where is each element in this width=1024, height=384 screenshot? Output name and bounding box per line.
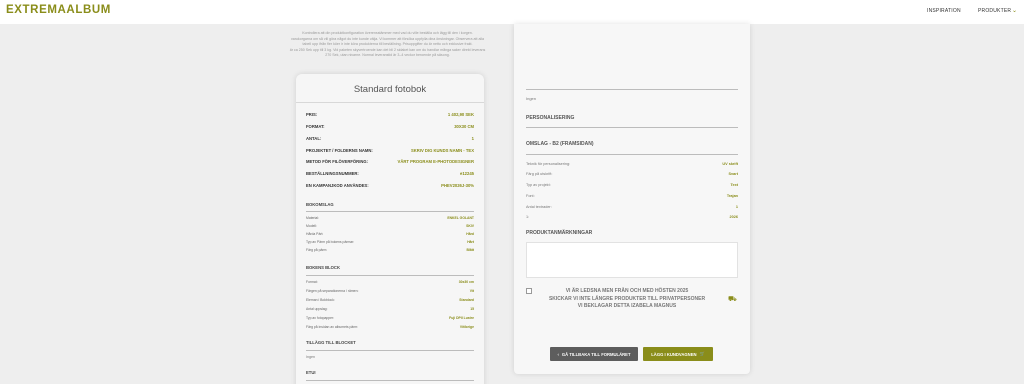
detail-value: Hårt (467, 240, 474, 244)
order-title: Standard fotobok (353, 84, 427, 95)
personalization-key: Font: (526, 194, 535, 198)
personalization-value: Text (730, 183, 738, 187)
back-to-form-button[interactable]: ‹ GÅ TILLBAKA TILL FORMULÄRET (550, 347, 638, 361)
detail-key: Hårda Pärt: (306, 232, 324, 236)
add-to-cart-button[interactable]: LÄGG I KUNDVAGNEN 🛒 (643, 347, 713, 361)
notes-title: PRODUKTANMÄRKNINGAR (526, 230, 593, 236)
summary-key: PRIS: (306, 112, 318, 117)
detail-value: Vit/beige (459, 325, 474, 329)
chevron-left-icon: ‹ (557, 351, 559, 357)
addons-value: Ingen (306, 355, 315, 359)
summary-value: 1 (471, 136, 474, 141)
detail-value: 30x30 cm (458, 280, 474, 284)
order-summary-panel: Standard fotobok PRIS: 1 402,90 SEK FORMA… (296, 74, 484, 384)
personalization-value: Svart (728, 172, 739, 176)
divider (526, 127, 738, 128)
personalization-value: UV skrift (722, 162, 738, 166)
summary-value: e12245 (460, 171, 474, 176)
summary-key: ANTAL: (306, 136, 322, 141)
site-header: EXTREMAALBUM INSPIRATION PRODUKTER ⌄ (0, 0, 1024, 24)
detail-value: SKIV (466, 224, 474, 228)
truck-icon: ⛟ (728, 296, 737, 303)
product-notes-textarea[interactable] (526, 242, 738, 278)
detail-key: Eleman i Bokblock: (306, 298, 335, 302)
summary-key: FORMAT: (306, 124, 325, 129)
detail-value: Standard (459, 298, 474, 302)
site-logo[interactable]: EXTREMAALBUM (6, 4, 111, 16)
divider (306, 350, 474, 351)
back-button-label: GÅ TILLBAKA TILL FORMULÄRET (561, 351, 631, 357)
detail-value: ENKEL GOLANT (447, 216, 474, 220)
personalization-value: Trajan (726, 194, 738, 198)
detail-value: Vit (469, 289, 474, 293)
personalization-key: Typ av projekt: (526, 183, 551, 187)
summary-key: BESTÄLLNINGSNUMMER: (306, 171, 359, 176)
detail-key: Färg på pärm: (306, 248, 328, 252)
nav-inspiration[interactable]: INSPIRATION (927, 8, 961, 14)
detail-key: Format: (306, 280, 318, 284)
personalization-key: Färg på utskrift: (526, 172, 553, 176)
notice-line: VI BEKLAGAR DETTA IZABELA MAGNUS (577, 303, 677, 310)
divider (306, 211, 474, 212)
detail-key: Typ av fotopapper: (306, 316, 335, 320)
divider (306, 380, 474, 381)
divider (526, 89, 738, 90)
summary-value: VÅRT PROGRAM E-PHOTODESIGNER (397, 159, 474, 164)
cart-icon: 🛒 (699, 351, 705, 356)
detail-key: Antal uppslag: (306, 307, 328, 311)
summary-value: 30X30 CM (454, 124, 474, 129)
cart-button-label: LÄGG I KUNDVAGNEN (651, 351, 697, 357)
personalization-key: 1: (526, 215, 530, 219)
detail-key: Typ av Pärm på bokens pärmar: (306, 240, 355, 244)
notice-line: VI ÄR LEDSNA MEN FRÅN OCH MED HÖSTEN 202… (565, 288, 689, 294)
summary-value: 1 402,90 SEK (447, 112, 474, 117)
section-title-omslag: OMSLAG - B2 (FRAMSIDAN) (526, 141, 594, 147)
summary-value: SKRIV DIG KUNDS NAMN - TEX (410, 148, 474, 153)
divider (526, 154, 738, 155)
previous-value: Ingen (526, 96, 537, 101)
summary-key: EN KAMPANJKOD ANVÄNDES: (306, 183, 369, 188)
detail-key: Material: (306, 216, 320, 220)
divider (296, 102, 484, 103)
nav-produkter[interactable]: PRODUKTER (978, 8, 1011, 14)
detail-key: Färgen på separationerna / rämen: (306, 289, 359, 293)
notice-line: SKICKAR VI INTE LÄNGRE PRODUKTER TILL PR… (548, 295, 706, 302)
summary-value: PHEV2026J-30% (441, 183, 474, 188)
detail-value: Fuji DPII Lustre (449, 316, 474, 320)
detail-value: 15 (470, 307, 474, 311)
product-details-panel: Ingen PERSONALISERING OMSLAG - B2 (FRAMS… (514, 24, 750, 374)
section-title-cover: BOKOMSLAG (306, 202, 334, 207)
intro-line: 270 Sek, utan nivarne. Normal leveransti… (325, 53, 450, 58)
personalization-key: Teknik för personalisering: (526, 162, 571, 166)
chevron-down-icon[interactable]: ⌄ (1012, 7, 1017, 14)
section-title-block: BOKENS BLOCK (306, 265, 340, 270)
detail-value: Hård (466, 232, 474, 236)
section-title-personalisering: PERSONALISERING (526, 115, 575, 121)
divider (306, 275, 474, 276)
personalization-value: 2026 (729, 215, 738, 219)
section-title-addons: TILLÄGG TILL BLOCKET (306, 340, 356, 345)
personalization-key: Antal textrader: (526, 205, 552, 209)
notice-text: VI ÄR LEDSNA MEN FRÅN OCH MED HÖSTEN 202… (544, 288, 710, 311)
detail-key: Modell: (306, 224, 317, 228)
section-title-etui: ETUI (306, 370, 316, 375)
detail-key: Färg på insidan av albumets pärm: (306, 325, 359, 329)
summary-key: METOD FÖR FILÖVERFÖRING: (306, 159, 369, 164)
summary-key: PROJEKTET / FOLDERNS NAMN: (306, 148, 373, 153)
detail-value: Blått (466, 248, 474, 252)
personalization-value: 1 (735, 205, 738, 209)
intro-text: Kontrollera att din produktkonfiguration… (260, 31, 515, 59)
notice-checkbox[interactable] (526, 288, 532, 294)
